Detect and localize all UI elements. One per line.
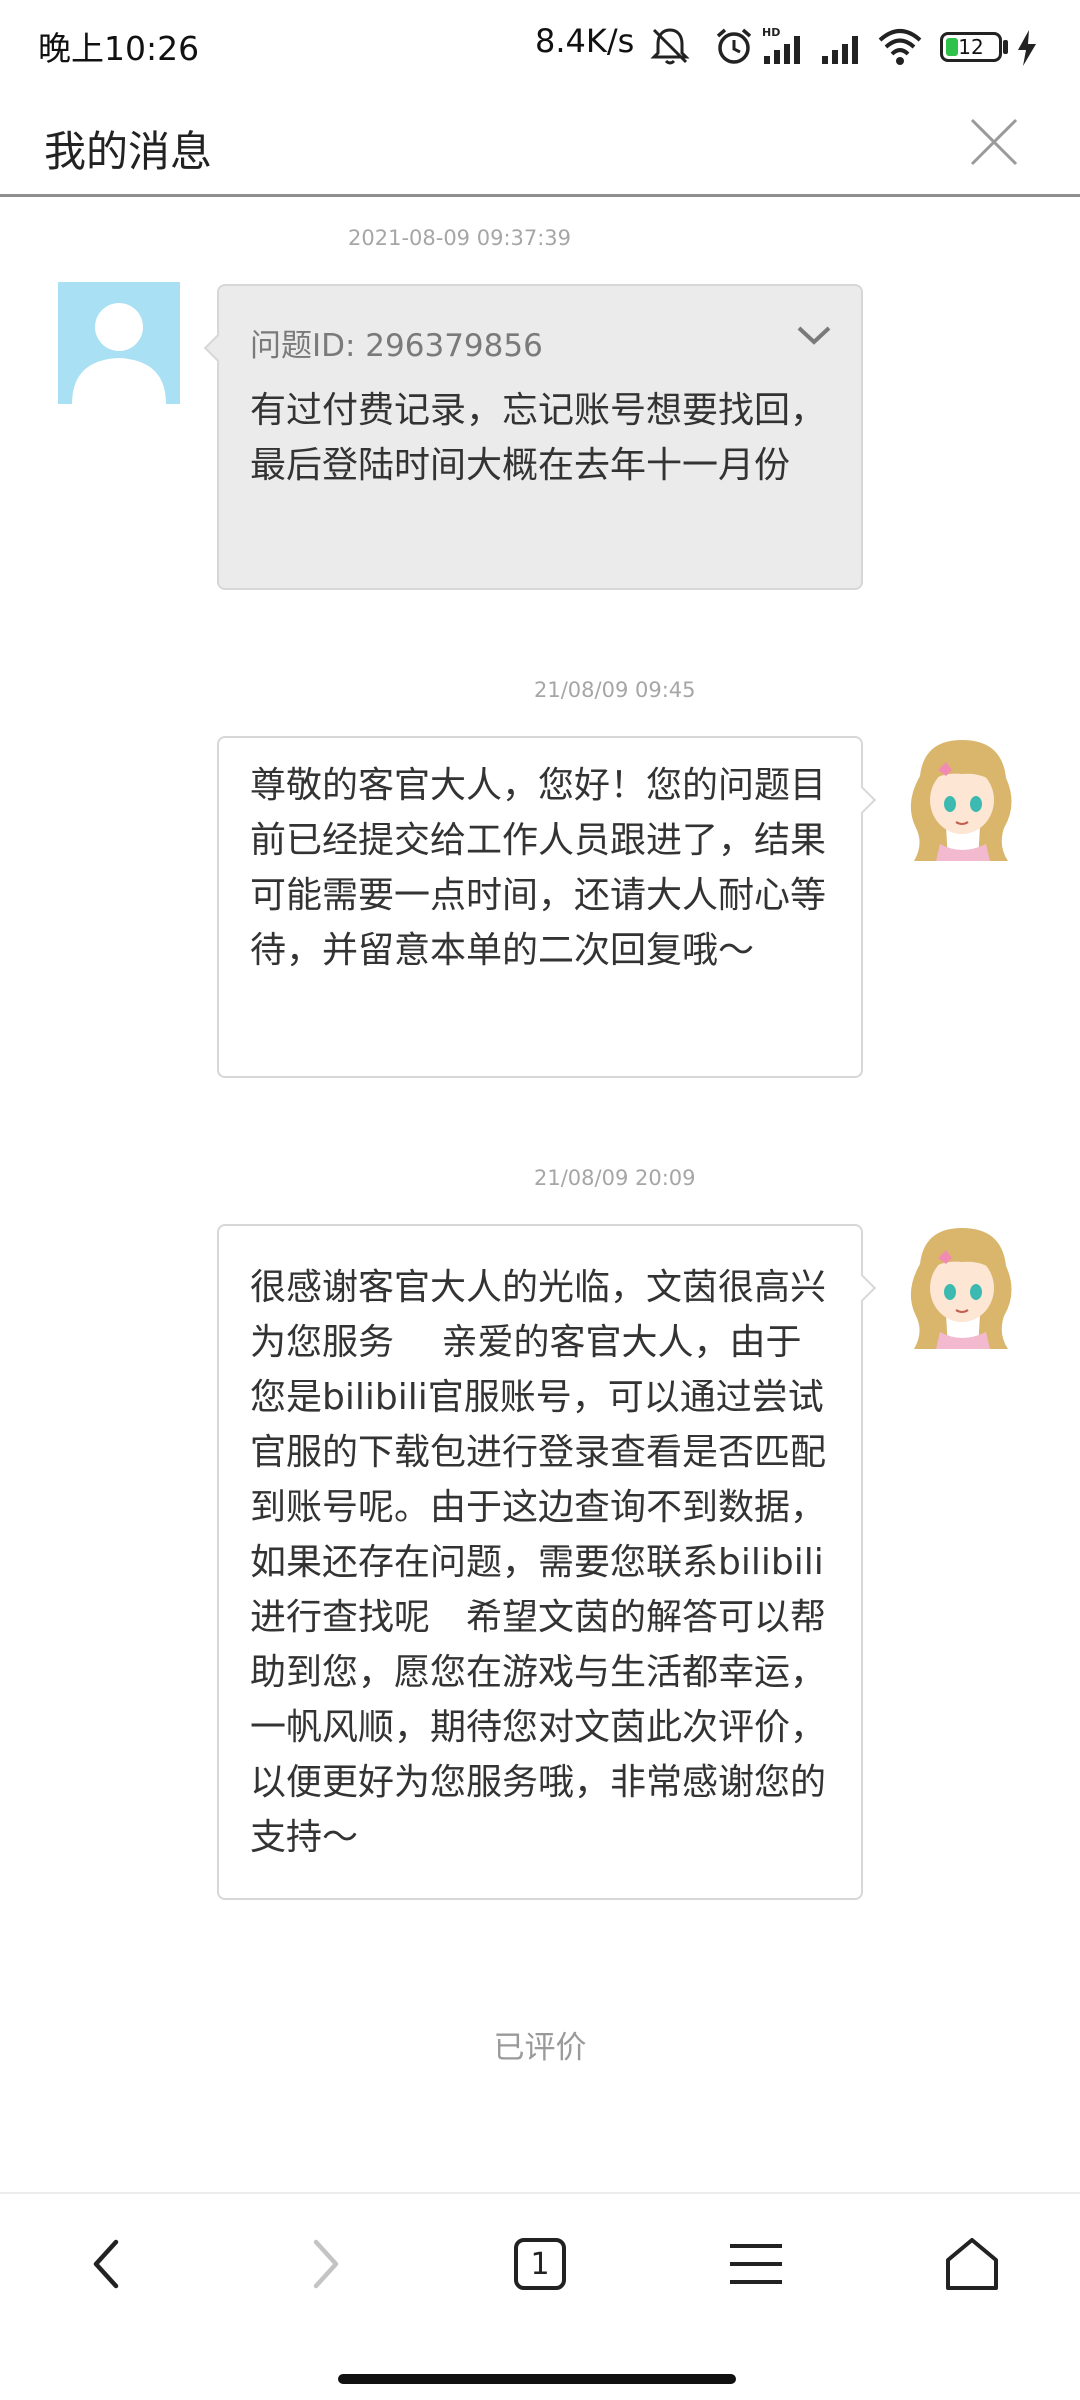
cs-message-bubble[interactable]: 尊敬的客官大人，您好！您的问题目前已经提交给工作人员跟进了，结果可能需要一点时间… [217,736,877,1078]
signal-icon [822,36,858,64]
question-id: 问题ID: 296379856 [250,328,543,364]
message-timestamp: 2021-08-09 09:37:39 [348,226,572,250]
battery-icon: 12 [940,32,1002,62]
alarm-icon [716,28,752,64]
rated-status: 已评价 [493,2030,587,2066]
message-timestamp: 21/08/09 20:09 [534,1166,696,1190]
cs-avatar [910,1228,1012,1349]
menu-button[interactable] [696,2194,816,2334]
svg-text:HD: HD [762,26,780,39]
home-icon [946,2238,998,2290]
bottom-nav: 1 [0,2192,1080,2334]
forward-icon [313,2239,339,2289]
status-bar: 晚上10:26 8.4K/s HD 12 [0,0,1080,96]
user-avatar [58,282,180,404]
cs-message-bubble[interactable]: 很感谢客官大人的光临，文茵很高兴为您服务 亲爱的客官大人，由于您是bilibil… [217,1224,877,1900]
network-speed: 8.4K/s [535,22,635,60]
page-title: 我的消息 [44,127,213,176]
home-indicator[interactable] [338,2374,736,2384]
user-message-bubble[interactable]: 问题ID: 296379856 有过付费记录，忘记账号想要找回，最后登陆时间大概… [203,284,863,590]
cs-avatar [910,740,1012,861]
mute-icon [650,28,690,65]
hd-signal-icon: HD [762,26,800,64]
tab-count: 1 [530,2246,550,2282]
page-header: 我的消息 [0,96,1080,197]
close-icon[interactable] [964,112,1024,172]
default-user-icon [72,303,166,404]
back-icon [93,2239,119,2289]
battery-level: 12 [958,35,984,59]
charging-icon [1018,30,1036,66]
wifi-icon [878,29,922,65]
tabs-icon: 1 [514,2238,566,2290]
menu-icon [730,2244,782,2284]
status-time: 晚上10:26 [38,29,200,68]
message-text: 有过付费记录，忘记账号想要找回，最后登陆时间大概在去年十一月份 [250,390,827,486]
chevron-down-icon[interactable] [795,324,833,348]
message-timestamp: 21/08/09 09:45 [534,678,696,702]
home-button[interactable] [912,2194,1032,2334]
message-text: 很感谢客官大人的光临，文茵很高兴为您服务 亲爱的客官大人，由于您是bilibil… [250,1267,827,1858]
tabs-button[interactable]: 1 [480,2194,600,2334]
message-text: 尊敬的客官大人，您好！您的问题目前已经提交给工作人员跟进了，结果可能需要一点时间… [250,765,827,971]
forward-button[interactable] [266,2194,386,2334]
back-button[interactable] [46,2194,166,2334]
